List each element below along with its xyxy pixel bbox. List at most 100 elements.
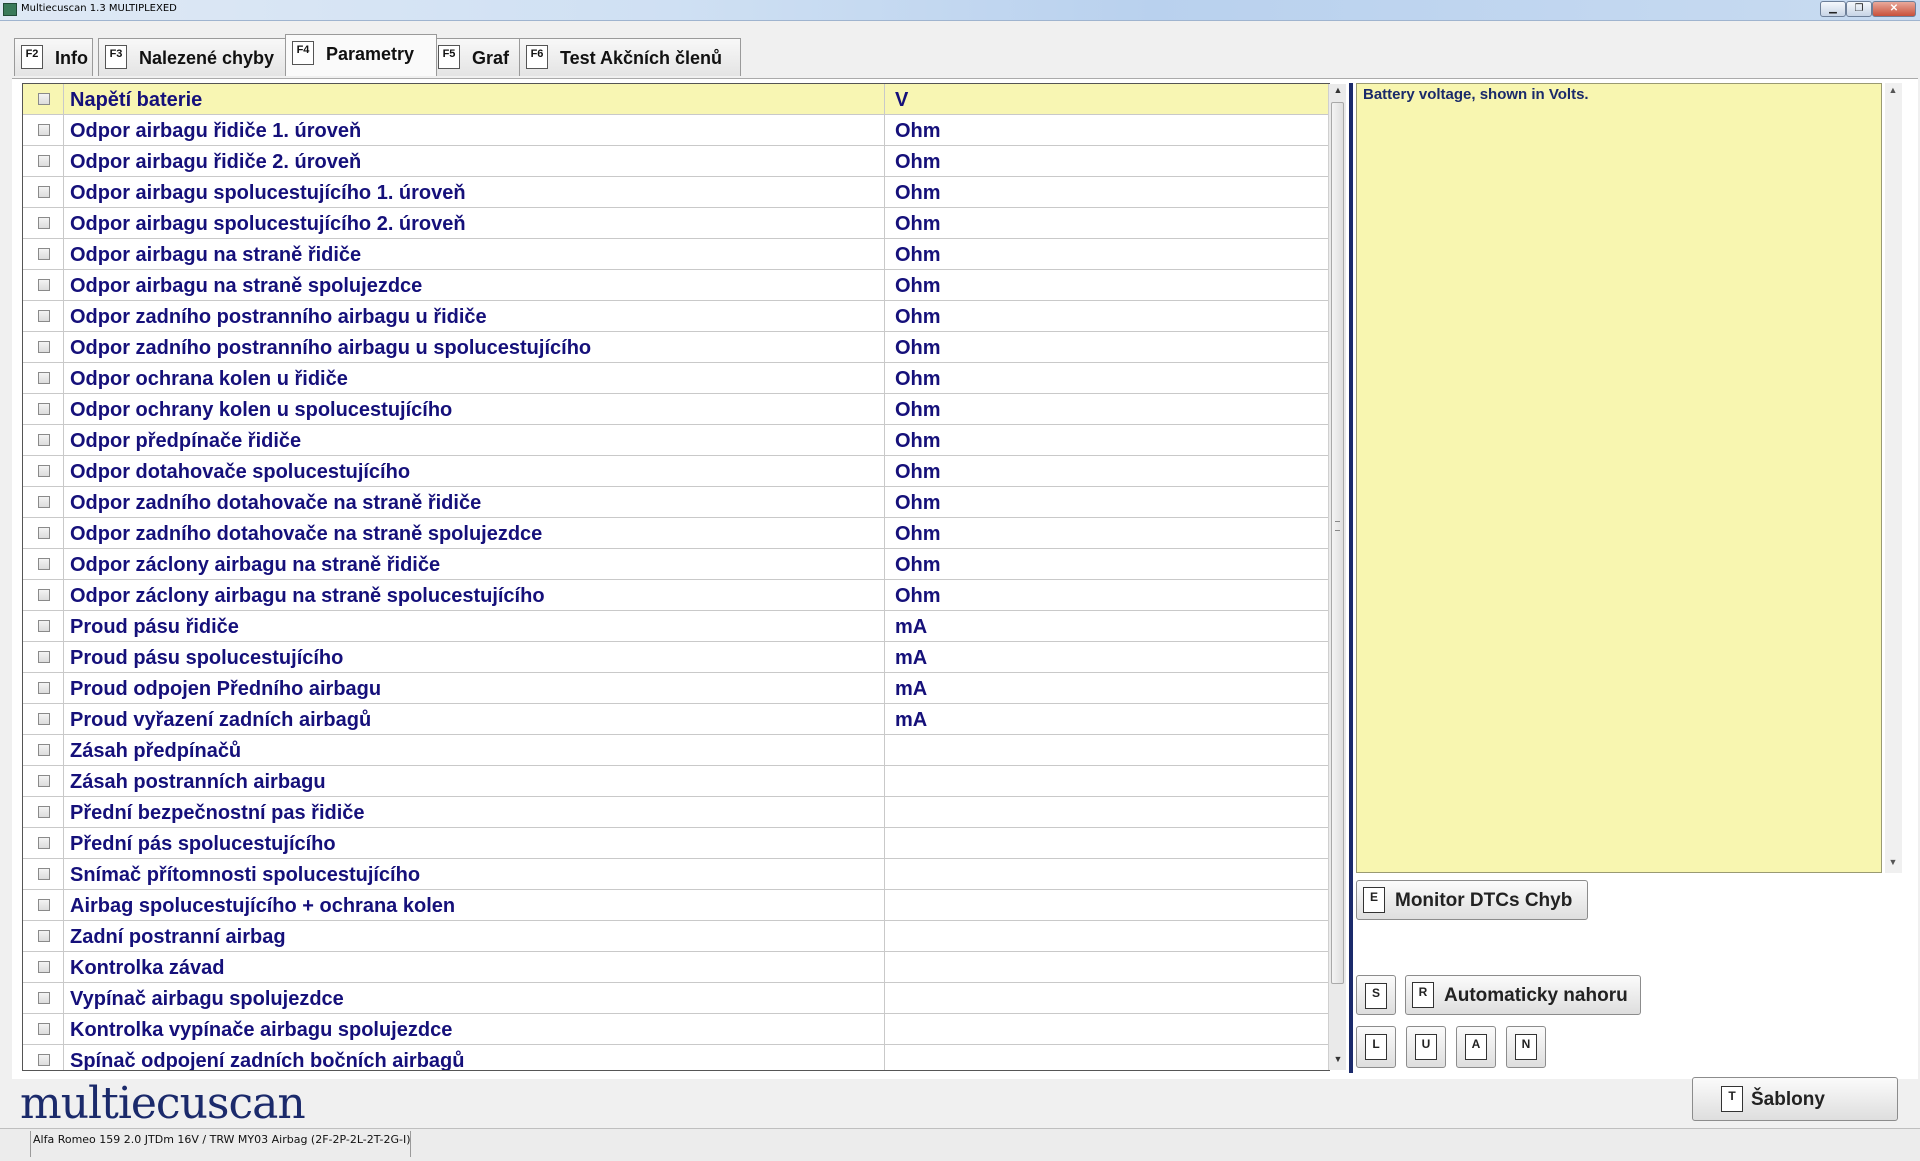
parameter-row[interactable]: Odpor airbagu na straně spolujezdce Ohm <box>23 270 1328 301</box>
panel-splitter[interactable] <box>1349 83 1353 1073</box>
parameter-checkbox[interactable] <box>38 372 50 384</box>
parameter-row[interactable]: Odpor airbagu spolucestujícího 2. úroveň… <box>23 208 1328 239</box>
parameter-checkbox[interactable] <box>38 1054 50 1066</box>
parameter-checkbox[interactable] <box>38 868 50 880</box>
l-button[interactable]: L <box>1356 1026 1396 1068</box>
parameter-row[interactable]: Odpor airbagu řidiče 1. úroveň Ohm <box>23 115 1328 146</box>
parameter-checkbox[interactable] <box>38 341 50 353</box>
parameter-row[interactable]: Vypínač airbagu spolujezdce <box>23 983 1328 1014</box>
parameter-checkbox[interactable] <box>38 682 50 694</box>
parameter-row[interactable]: Zásah předpínačů <box>23 735 1328 766</box>
parameter-row[interactable]: Odpor předpínače řidiče Ohm <box>23 425 1328 456</box>
scroll-up-arrow-icon[interactable]: ▲ <box>1332 85 1344 99</box>
parameter-row[interactable]: Kontrolka závad <box>23 952 1328 983</box>
parameter-row[interactable]: Odpor ochrana kolen u řidiče Ohm <box>23 363 1328 394</box>
parameter-name: Odpor zadního postranního airbagu u spol… <box>70 337 592 359</box>
parameter-checkbox[interactable] <box>38 310 50 322</box>
parameter-checkbox[interactable] <box>38 930 50 942</box>
parameter-row[interactable]: Proud pásu spolucestujícího mA <box>23 642 1328 673</box>
close-button[interactable]: ✕ <box>1872 1 1916 17</box>
parameter-checkbox[interactable] <box>38 837 50 849</box>
column-divider <box>63 673 64 703</box>
scroll-thumb[interactable] <box>1331 102 1344 984</box>
parameter-checkbox[interactable] <box>38 992 50 1004</box>
templates-button[interactable]: T Šablony <box>1692 1077 1898 1121</box>
parameter-checkbox[interactable] <box>38 93 50 105</box>
parameter-row[interactable]: Odpor dotahovače spolucestujícího Ohm <box>23 456 1328 487</box>
scroll-down-arrow-icon[interactable]: ▼ <box>1332 1054 1344 1068</box>
column-divider <box>884 270 885 300</box>
tab-info[interactable]: F2 Info <box>14 38 93 76</box>
u-button[interactable]: U <box>1406 1026 1446 1068</box>
parameter-row[interactable]: Napětí baterie V <box>23 84 1328 115</box>
parameter-checkbox[interactable] <box>38 465 50 477</box>
scroll-down-arrow-icon[interactable]: ▼ <box>1887 857 1899 869</box>
parameter-row[interactable]: Přední pás spolucestujícího <box>23 828 1328 859</box>
tab-key-badge: F2 <box>21 45 43 69</box>
tab-parameters[interactable]: F4 Parametry <box>285 34 437 76</box>
parameter-checkbox[interactable] <box>38 620 50 632</box>
parameter-checkbox[interactable] <box>38 713 50 725</box>
tab-graph[interactable]: F5 Graf <box>431 38 529 76</box>
maximize-button[interactable]: ❐ <box>1846 1 1872 17</box>
description-scrollbar[interactable]: ▲ ▼ <box>1885 83 1902 873</box>
parameter-row[interactable]: Zásah postranních airbagu <box>23 766 1328 797</box>
parameter-row[interactable]: Proud odpojen Předního airbagu mA <box>23 673 1328 704</box>
parameter-checkbox[interactable] <box>38 775 50 787</box>
parameter-checkbox[interactable] <box>38 124 50 136</box>
column-divider <box>63 332 64 362</box>
column-divider <box>884 890 885 920</box>
parameter-checkbox[interactable] <box>38 527 50 539</box>
parameter-row[interactable]: Spínač odpojení zadních bočních airbagů <box>23 1045 1328 1071</box>
table-scrollbar[interactable]: ▲ ▼ <box>1328 84 1346 1070</box>
parameter-checkbox[interactable] <box>38 155 50 167</box>
parameter-row[interactable]: Odpor airbagu řidiče 2. úroveň Ohm <box>23 146 1328 177</box>
parameter-row[interactable]: Odpor zadního postranního airbagu u řidi… <box>23 301 1328 332</box>
parameter-checkbox[interactable] <box>38 186 50 198</box>
parameter-checkbox[interactable] <box>38 558 50 570</box>
column-divider <box>884 983 885 1013</box>
auto-scroll-up-button[interactable]: R Automaticky nahoru <box>1405 975 1641 1015</box>
parameter-row[interactable]: Odpor zadního postranního airbagu u spol… <box>23 332 1328 363</box>
parameter-row[interactable]: Přední bezpečnostní pas řidiče <box>23 797 1328 828</box>
parameter-checkbox[interactable] <box>38 496 50 508</box>
parameter-row[interactable]: Odpor airbagu spolucestujícího 1. úroveň… <box>23 177 1328 208</box>
parameter-row[interactable]: Odpor záclony airbagu na straně spoluces… <box>23 580 1328 611</box>
n-button[interactable]: N <box>1506 1026 1546 1068</box>
parameter-row[interactable]: Airbag spolucestujícího + ochrana kolen <box>23 890 1328 921</box>
parameter-row[interactable]: Kontrolka vypínače airbagu spolujezdce <box>23 1014 1328 1045</box>
parameter-row[interactable]: Odpor zadního dotahovače na straně spolu… <box>23 518 1328 549</box>
s-button[interactable]: S <box>1356 975 1396 1015</box>
monitor-dtcs-button[interactable]: E Monitor DTCs Chyb <box>1356 880 1588 920</box>
parameter-checkbox[interactable] <box>38 403 50 415</box>
parameter-row[interactable]: Snímač přítomnosti spolucestujícího <box>23 859 1328 890</box>
scroll-up-arrow-icon[interactable]: ▲ <box>1887 85 1899 97</box>
parameter-checkbox[interactable] <box>38 248 50 260</box>
tab-found-errors[interactable]: F3 Nalezené chyby <box>98 38 298 76</box>
parameter-checkbox[interactable] <box>38 806 50 818</box>
parameter-row[interactable]: Zadní postranní airbag <box>23 921 1328 952</box>
a-button[interactable]: A <box>1456 1026 1496 1068</box>
tab-label: Graf <box>472 48 510 68</box>
parameter-checkbox[interactable] <box>38 434 50 446</box>
parameter-checkbox[interactable] <box>38 899 50 911</box>
minimize-button[interactable]: ▁ <box>1820 1 1846 17</box>
parameter-checkbox[interactable] <box>38 279 50 291</box>
parameter-row[interactable]: Odpor airbagu na straně řidiče Ohm <box>23 239 1328 270</box>
parameter-checkbox[interactable] <box>38 1023 50 1035</box>
parameter-row[interactable]: Proud pásu řidiče mA <box>23 611 1328 642</box>
parameter-row[interactable]: Odpor zadního dotahovače na straně řidič… <box>23 487 1328 518</box>
parameter-row[interactable]: Odpor záclony airbagu na straně řidiče Oh… <box>23 549 1328 580</box>
parameter-checkbox[interactable] <box>38 217 50 229</box>
parameter-row[interactable]: Odpor ochrany kolen u spolucestujícího Oh… <box>23 394 1328 425</box>
column-divider <box>884 239 885 269</box>
parameter-row[interactable]: Proud vyřazení zadních airbagů mA <box>23 704 1328 735</box>
parameter-checkbox[interactable] <box>38 744 50 756</box>
parameter-unit: Ohm <box>895 399 941 421</box>
parameter-name: Spínač odpojení zadních bočních airbagů <box>70 1050 465 1071</box>
tab-actuator-test[interactable]: F6 Test Akčních členů <box>519 38 741 76</box>
parameter-checkbox[interactable] <box>38 651 50 663</box>
button-label: Šablony <box>1751 1089 1825 1110</box>
parameter-checkbox[interactable] <box>38 589 50 601</box>
parameter-checkbox[interactable] <box>38 961 50 973</box>
